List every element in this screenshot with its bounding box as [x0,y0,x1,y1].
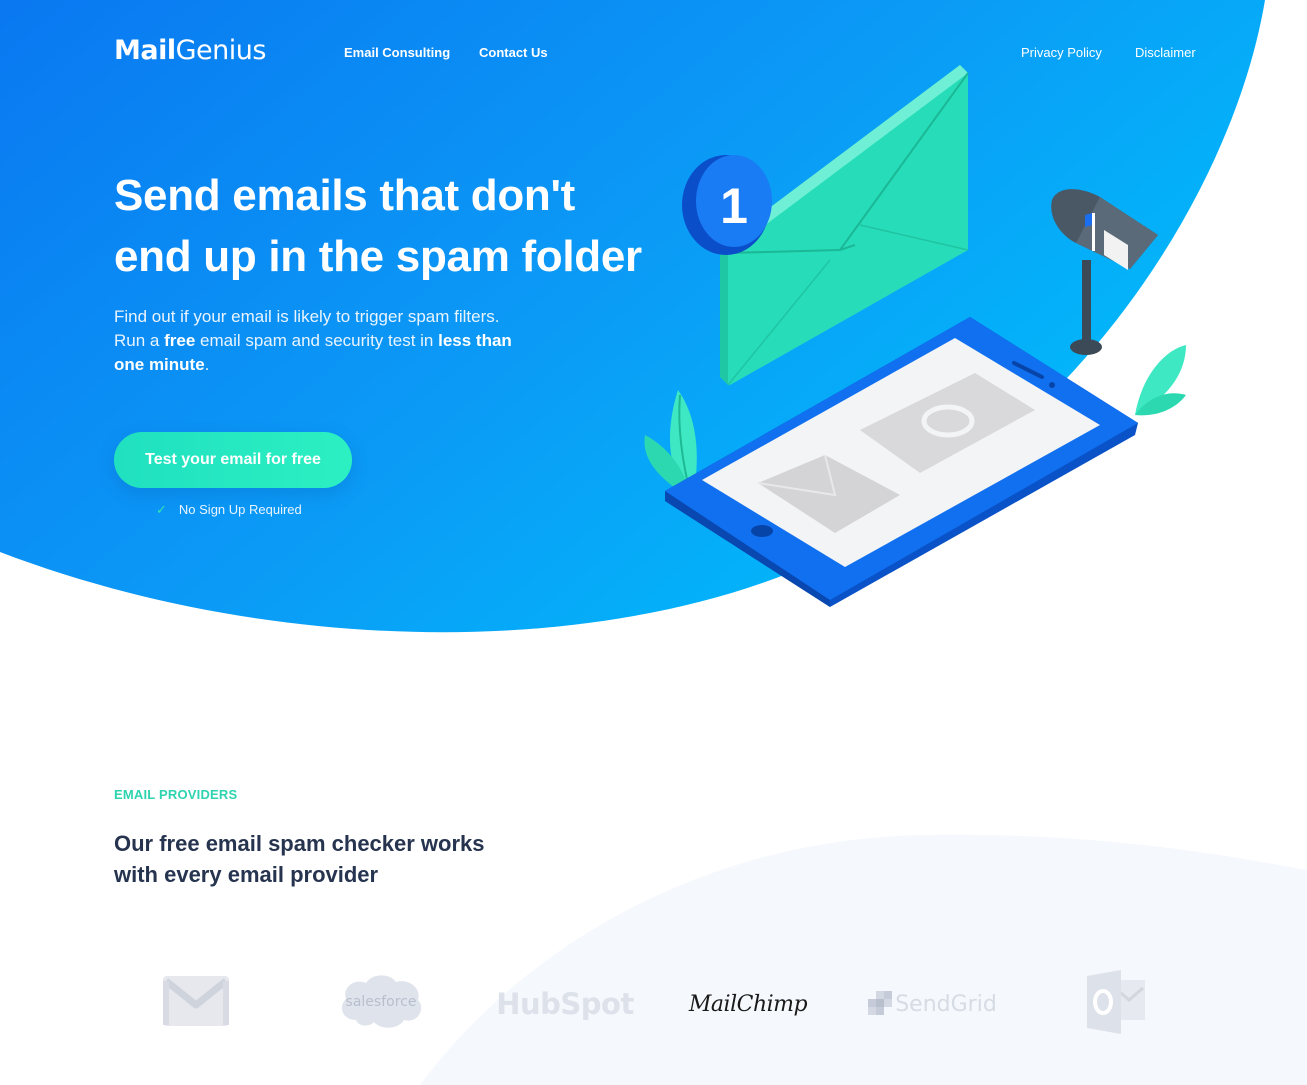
hero-subtitle: Find out if your email is likely to trig… [114,305,514,377]
mailgenius-logo[interactable]: MailGenius [114,33,266,69]
hero-sub-text-2: email spam and security test in [195,331,439,350]
sendgrid-text: SendGrid [895,991,997,1017]
section-eyebrow: EMAIL PROVIDERS [114,787,238,802]
test-email-button[interactable]: Test your email for free [114,432,352,488]
logo-light-text: Genius [175,35,267,66]
no-signup-label: No Sign Up Required [178,502,302,517]
leaf-plant-right-icon [1135,345,1186,416]
outlook-icon [1085,970,1149,1034]
provider-logos: salesforce HubSpot MailChimp SendGrid [0,960,1307,1050]
hubspot-logo: HubSpot [496,984,634,1024]
nav-email-consulting[interactable]: Email Consulting [344,45,450,61]
salesforce-logo: salesforce [336,970,426,1032]
hubspot-text: HubSpot [496,987,634,1021]
sendgrid-logo: SendGrid [864,986,1000,1022]
section-title: Our free email spam checker works with e… [114,831,485,887]
check-icon: ✓ [156,502,167,517]
sendgrid-icon [868,991,893,1015]
logo-bold-text: Mail [114,35,176,66]
hero-illustration: 1 [644,65,1186,607]
nav-contact-us[interactable]: Contact Us [479,45,548,61]
hero-sub-end: . [204,355,210,374]
mailbox-illustration-icon [1051,189,1158,355]
gmail-icon [162,975,230,1027]
no-signup-note: ✓ No Sign Up Required [156,502,302,518]
hero-sub-free: free [164,331,196,350]
notification-count: 1 [720,178,748,234]
mailchimp-text: MailChimp [688,991,808,1017]
salesforce-text: salesforce [346,994,417,1010]
hero-title-line2: end up in the spam folder [114,232,642,281]
mailchimp-logo: MailChimp [688,984,808,1024]
hero-title-line1: Send emails that don't [114,171,576,220]
hero-title: Send emails that don't end up in the spa… [114,165,674,287]
